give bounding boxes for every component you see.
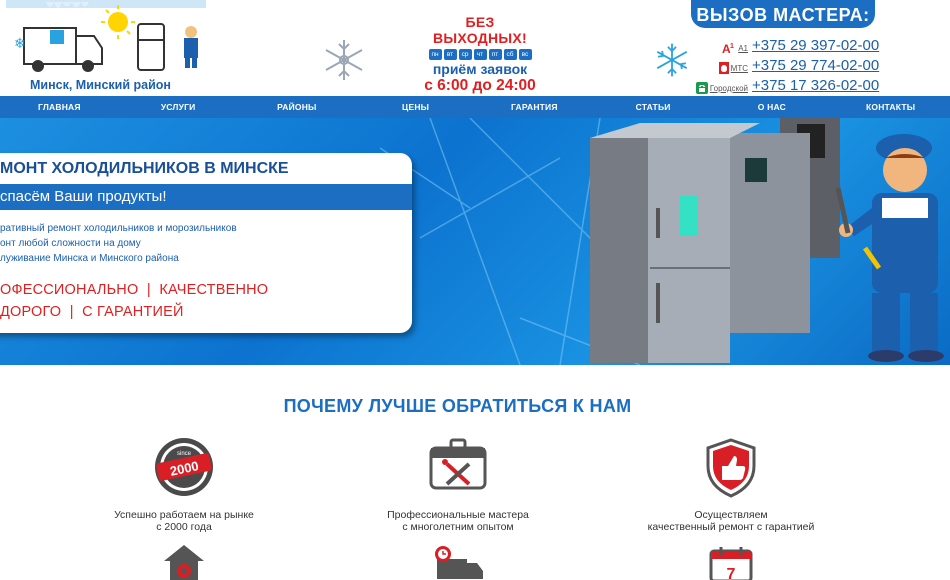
phone-link[interactable]: +375 17 326-02-00 [752, 77, 879, 94]
operator-label: Городской [709, 83, 748, 93]
day-badge: пт [488, 49, 502, 60]
nav-item-prices[interactable]: ЦЕНЫ [356, 96, 475, 118]
snowflake-icon [656, 43, 688, 77]
toolbox-icon [429, 438, 487, 490]
list-item: онт любой сложности на дому [0, 238, 141, 249]
location-caption: Минск, Минский район [30, 78, 171, 92]
house-gear-icon [164, 545, 204, 580]
feature-professionals: Профессиональные мастера с многолетним о… [343, 436, 573, 533]
feature-since-2000: since 2000 Успешно работаем на рынке с 2… [69, 436, 299, 533]
order-intake-label: приём заявок [432, 61, 528, 77]
hero-title: МОНТ ХОЛОДИЛЬНИКОВ В МИНСКЕ [0, 160, 289, 177]
weekday-badges: пн вт ср чт пт сб вс [420, 49, 540, 60]
list-item: ративный ремонт холодильников и морозиль… [0, 223, 237, 234]
logo-icon[interactable]: ❄ [6, 0, 206, 78]
no-weekends-label: БЕЗ ВЫХОДНЫХ! [433, 14, 527, 46]
phone-row-a1: A1 A1 +375 29 397-02-00 [692, 34, 882, 54]
phone-link[interactable]: +375 29 397-02-00 [752, 37, 879, 54]
operator-landline[interactable]: Городской [692, 82, 748, 94]
svg-text:7: 7 [727, 566, 736, 580]
day-badge: чт [473, 49, 487, 60]
hero-slogan: ОФЕССИОНАЛЬНО | КАЧЕСТВЕННО ДОРОГО | С Г… [0, 279, 268, 323]
nav-item-articles[interactable]: СТАТЬИ [594, 96, 713, 118]
hero-subtitle: спасём Ваши продукты! [0, 184, 412, 210]
feature-line: Осуществляем [694, 509, 768, 521]
phone-row-landline: Городской +375 17 326-02-00 [692, 74, 882, 94]
hours-range: с 6:00 до 24:00 [424, 77, 536, 94]
phone-row-mts: МТС +375 29 774-02-00 [692, 54, 882, 74]
working-hours: БЕЗ ВЫХОДНЫХ! пн вт ср чт пт сб вс приём… [420, 14, 540, 95]
operator-a1[interactable]: A1 A1 [692, 42, 748, 54]
feature-line: качественный ремонт с гарантией [647, 521, 815, 533]
slogan-line: ДОРОГО | С ГАРАНТИЕЙ [0, 304, 184, 320]
phone-link[interactable]: +375 29 774-02-00 [752, 57, 879, 74]
slogan-line: ОФЕССИОНАЛЬНО | КАЧЕСТВЕННО [0, 282, 269, 298]
nav-item-about[interactable]: О НАС [713, 96, 832, 118]
feature-line: Успешно работаем на рынке [114, 509, 254, 521]
phone-list: A1 A1 +375 29 397-02-00 МТС +375 29 774-… [692, 34, 882, 94]
nav-item-warranty[interactable]: ГАРАНТИЯ [475, 96, 594, 118]
day-badge: ср [458, 49, 472, 60]
hero-banner: МОНТ ХОЛОДИЛЬНИКОВ В МИНСКЕ спасём Ваши … [0, 118, 950, 365]
feature-text: Профессиональные мастера с многолетним о… [343, 509, 573, 533]
feature-text: Успешно работаем на рынке с 2000 года [69, 509, 299, 533]
delivery-truck-clock-icon [435, 546, 483, 579]
svg-text:1: 1 [730, 43, 734, 50]
operator-label: МТС [730, 63, 748, 73]
nav-item-contacts[interactable]: КОНТАКТЫ [831, 96, 950, 118]
mechanic-illustration [835, 134, 944, 362]
a1-logo-icon: A1 [722, 42, 734, 54]
snowflake-icon [325, 40, 363, 80]
calendar-icon: 7 [709, 547, 753, 580]
main-nav: ГЛАВНАЯ УСЛУГИ РАЙОНЫ ЦЕНЫ ГАРАНТИЯ СТАТ… [0, 96, 950, 118]
feature-text: Осуществляем качественный ремонт с гаран… [616, 509, 846, 533]
day-badge: пн [428, 49, 442, 60]
mts-logo-icon [718, 62, 729, 74]
operator-label: A1 [738, 43, 748, 53]
nav-item-services[interactable]: УСЛУГИ [119, 96, 238, 118]
feature-line: Профессиональные мастера [387, 509, 529, 521]
refrigerator-illustration [590, 118, 840, 363]
svg-text:❄: ❄ [14, 35, 26, 51]
list-item: луживание Минска и Минского района [0, 253, 179, 264]
call-master-badge: ВЫЗОВ МАСТЕРА: [691, 0, 875, 28]
operator-mts[interactable]: МТС [692, 62, 748, 74]
shield-thumbs-up-icon [706, 438, 756, 498]
day-badge: вс [518, 49, 532, 60]
feature-line: с 2000 года [156, 521, 212, 533]
since-2000-badge-icon: since 2000 [155, 438, 213, 496]
phone-icon [695, 82, 708, 94]
site-header: ❄ Минск, Минский район БЕЗ ВЫХОДНЫХ! пн … [0, 0, 950, 96]
svg-text:since: since [177, 451, 192, 457]
feature-line: с многолетним опытом [402, 521, 514, 533]
why-us-title: ПОЧЕМУ ЛУЧШЕ ОБРАТИТЬСЯ К НАМ [283, 396, 632, 416]
nav-item-home[interactable]: ГЛАВНАЯ [0, 96, 119, 118]
hero-card: МОНТ ХОЛОДИЛЬНИКОВ В МИНСКЕ спасём Ваши … [0, 153, 412, 333]
feature-warranty: Осуществляем качественный ремонт с гаран… [616, 436, 846, 533]
day-badge: вт [443, 49, 457, 60]
nav-item-districts[interactable]: РАЙОНЫ [238, 96, 357, 118]
day-badge: сб [503, 49, 517, 60]
hero-service-list: ративный ремонт холодильников и морозиль… [0, 221, 237, 266]
